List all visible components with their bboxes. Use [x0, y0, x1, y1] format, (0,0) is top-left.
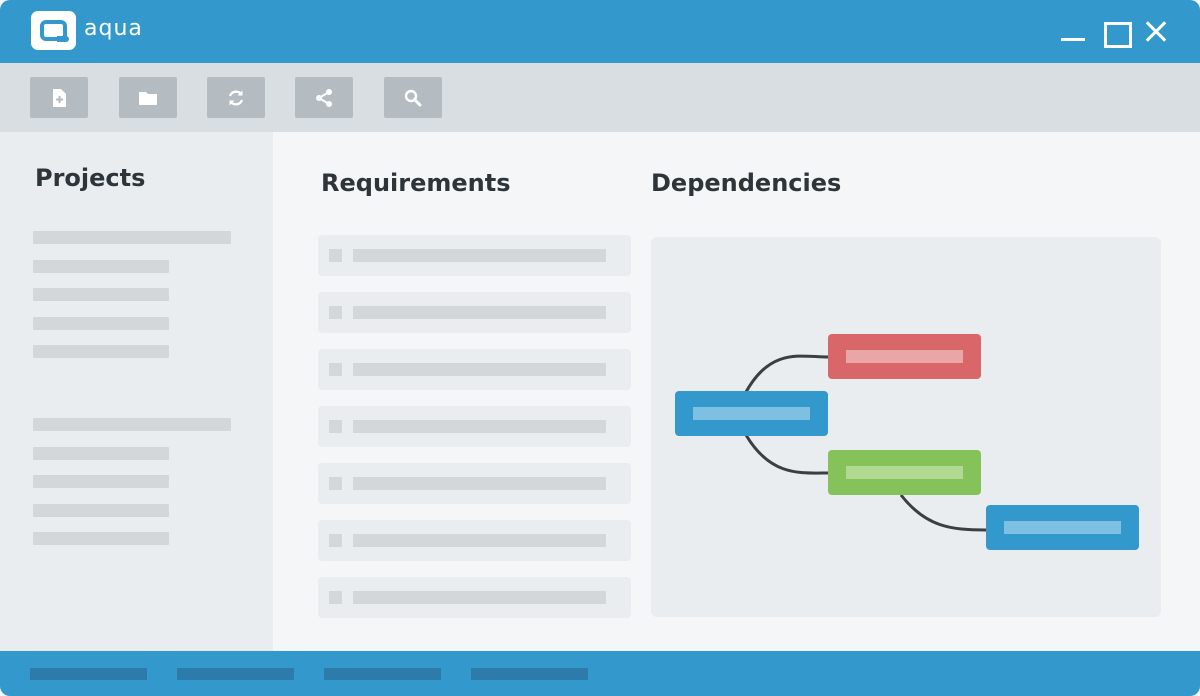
project-item[interactable]: [33, 504, 169, 517]
new-file-button[interactable]: [30, 77, 88, 118]
project-group-header[interactable]: [33, 231, 231, 244]
projects-sidebar: [0, 132, 273, 651]
requirement-checkbox[interactable]: [329, 420, 342, 433]
requirement-checkbox[interactable]: [329, 306, 342, 319]
dependency-node-grandchild[interactable]: [986, 505, 1139, 550]
requirement-item[interactable]: [318, 349, 631, 390]
new-file-icon: [53, 88, 66, 107]
folder-icon: [139, 91, 157, 105]
requirement-item[interactable]: [318, 520, 631, 561]
requirement-checkbox[interactable]: [329, 591, 342, 604]
status-item[interactable]: [30, 668, 147, 680]
title-bar: aqua: [0, 0, 1200, 63]
project-item[interactable]: [33, 447, 169, 460]
requirement-checkbox[interactable]: [329, 363, 342, 376]
edge-root-child-green: [744, 434, 829, 475]
close-button[interactable]: [1142, 18, 1170, 46]
status-item[interactable]: [471, 668, 588, 680]
status-item[interactable]: [177, 668, 294, 680]
requirement-checkbox[interactable]: [329, 534, 342, 547]
requirements-title: Requirements: [321, 169, 511, 197]
requirement-checkbox[interactable]: [329, 249, 342, 262]
project-item[interactable]: [33, 532, 169, 545]
dependency-node-green[interactable]: [828, 450, 981, 495]
requirement-item[interactable]: [318, 463, 631, 504]
project-item[interactable]: [33, 317, 169, 330]
dependency-graph[interactable]: [651, 237, 1161, 617]
project-item[interactable]: [33, 475, 169, 488]
dependency-node-root[interactable]: [675, 391, 828, 436]
requirement-item[interactable]: [318, 577, 631, 618]
minimize-button[interactable]: [1059, 18, 1087, 46]
status-item[interactable]: [324, 668, 441, 680]
dependencies-title: Dependencies: [651, 169, 842, 197]
requirement-item[interactable]: [318, 235, 631, 276]
dependency-node-red[interactable]: [828, 334, 981, 379]
refresh-button[interactable]: [207, 77, 265, 118]
share-button[interactable]: [295, 77, 353, 118]
project-item[interactable]: [33, 345, 169, 358]
search-icon: [404, 89, 422, 106]
app-window: aqua Projects Requirements Dependencies: [0, 0, 1200, 696]
requirement-item[interactable]: [318, 406, 631, 447]
aqua-logo: [31, 11, 76, 50]
app-name: aqua: [84, 16, 143, 41]
project-group-header[interactable]: [33, 418, 231, 431]
project-item[interactable]: [33, 260, 169, 273]
toolbar: [0, 63, 1200, 132]
edge-root-child-red: [744, 354, 829, 393]
edge-child-green-grandchild: [899, 494, 987, 532]
projects-title: Projects: [35, 164, 146, 192]
requirement-item[interactable]: [318, 292, 631, 333]
open-folder-button[interactable]: [119, 77, 177, 118]
share-icon: [316, 88, 332, 107]
project-item[interactable]: [33, 288, 169, 301]
status-bar: [0, 651, 1200, 696]
search-button[interactable]: [384, 77, 442, 118]
maximize-button[interactable]: [1101, 18, 1132, 48]
refresh-icon: [228, 89, 244, 106]
requirement-checkbox[interactable]: [329, 477, 342, 490]
